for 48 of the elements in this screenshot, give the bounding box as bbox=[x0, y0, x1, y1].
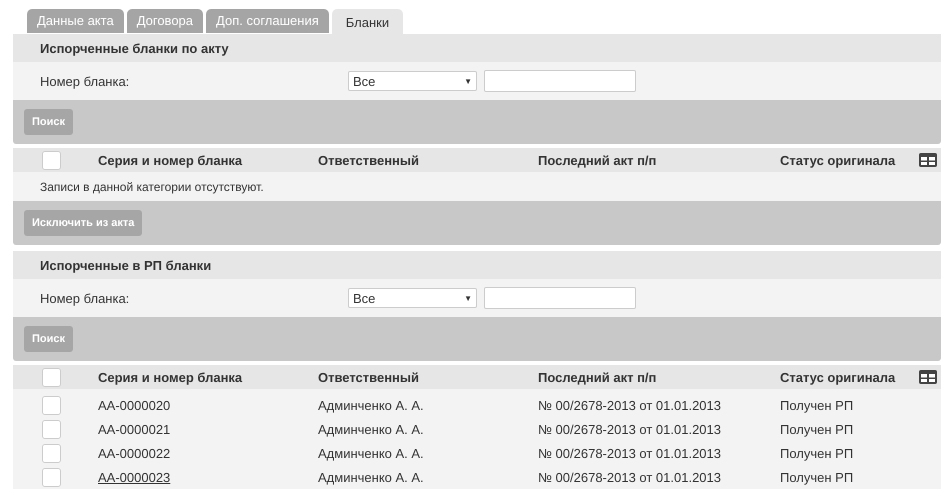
checkbox[interactable] bbox=[42, 368, 61, 386]
empty-message: Записи в данной категории отсутствуют. bbox=[40, 180, 264, 194]
blank-number-select[interactable]: Все ▼ bbox=[348, 71, 477, 91]
table-cell-text: Получен РП bbox=[780, 398, 854, 412]
input-field[interactable] bbox=[484, 287, 636, 309]
search-button[interactable]: Поиск bbox=[24, 326, 74, 352]
table-cell-text: Получен РП bbox=[780, 422, 854, 436]
columns-icon[interactable] bbox=[919, 153, 937, 167]
column-header: Серия и номер бланка bbox=[98, 152, 244, 168]
exclude-button[interactable]: Исключить из акта bbox=[24, 210, 142, 236]
tab[interactable]: Данные акта bbox=[27, 9, 124, 33]
column-header: Статус оригинала bbox=[780, 370, 896, 384]
table-cell-text: № 00/2678-2013 от 01.01.2013 bbox=[538, 422, 722, 436]
table-cell-text: № 00/2678-2013 от 01.01.2013 bbox=[538, 398, 722, 412]
checkbox[interactable] bbox=[42, 396, 61, 414]
columns-icon[interactable] bbox=[919, 370, 937, 384]
table-cell-text: № 00/2678-2013 от 01.01.2013 bbox=[538, 446, 722, 460]
table-cell-text: Админченко А. А. bbox=[318, 422, 425, 436]
table-cell-text: Админченко А. А. bbox=[318, 446, 425, 460]
column-header: Последний акт п/п bbox=[538, 370, 658, 384]
field-label: Номер бланка: bbox=[40, 74, 130, 88]
table-cell-text: Получен РП bbox=[780, 446, 854, 460]
column-header: Статус оригинала bbox=[780, 152, 896, 168]
table-cell-text: АА-0000022 bbox=[98, 446, 172, 460]
checkbox[interactable] bbox=[42, 150, 61, 170]
blank-number-select[interactable]: Все ▼ bbox=[348, 288, 477, 308]
input-field[interactable] bbox=[484, 70, 636, 92]
checkbox[interactable] bbox=[42, 444, 61, 462]
tab[interactable]: Договора bbox=[126, 9, 204, 33]
field-label: Номер бланка: bbox=[40, 290, 130, 306]
blank-link[interactable]: АА-0000023 bbox=[98, 470, 318, 484]
section-title: Испорченные бланки по акту bbox=[40, 40, 229, 56]
section-title: Испорченные в РП бланки bbox=[40, 258, 212, 272]
checkbox[interactable] bbox=[42, 468, 61, 486]
search-button[interactable]: Поиск bbox=[24, 109, 74, 135]
table-cell-text: Получен РП bbox=[780, 470, 854, 484]
column-header: Последний акт п/п bbox=[538, 152, 658, 168]
tab[interactable]: Бланки bbox=[332, 9, 404, 34]
checkbox[interactable] bbox=[42, 420, 61, 438]
column-header: Ответственный bbox=[318, 370, 420, 384]
column-header: Серия и номер бланка bbox=[98, 370, 244, 384]
tab[interactable]: Доп. соглашения bbox=[206, 9, 329, 33]
table-cell-text: № 00/2678-2013 от 01.01.2013 bbox=[538, 470, 722, 484]
column-header: Ответственный bbox=[318, 152, 420, 168]
table-cell-text: АА-0000020 bbox=[98, 398, 172, 412]
table-cell-text: Админченко А. А. bbox=[318, 398, 425, 412]
table-cell-text: Админченко А. А. bbox=[318, 470, 425, 484]
table-cell-text: АА-0000021 bbox=[98, 422, 172, 436]
